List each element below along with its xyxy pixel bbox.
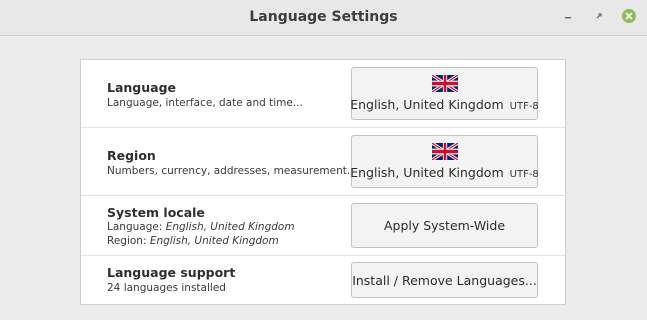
window-title: Language Settings [249, 9, 398, 25]
region-encoding: UTF-8 [509, 169, 539, 180]
close-button[interactable] [621, 8, 637, 24]
settings-panel: Language Language, interface, date and t… [80, 59, 566, 305]
region-row: Region Numbers, currency, addresses, mea… [81, 128, 565, 196]
language-support-subtitle: 24 languages installed [107, 282, 226, 294]
system-locale-language-prefix: Language: [107, 221, 166, 233]
uk-flag-icon [431, 143, 458, 160]
language-button-label: English, United Kingdom [350, 97, 504, 112]
region-title: Region [107, 148, 156, 163]
system-locale-language-value: English, United Kingdom [165, 221, 295, 233]
minimize-button[interactable] [560, 8, 576, 24]
language-settings-window: Language Settings Language Language, int… [0, 0, 647, 320]
maximize-icon [596, 13, 602, 19]
language-subtitle: Language, interface, date and time... [107, 97, 303, 109]
system-locale-region: Region: English, United Kingdom [107, 235, 279, 247]
uk-flag-icon [431, 75, 458, 92]
system-locale-language: Language: English, United Kingdom [107, 221, 295, 233]
region-button[interactable]: English, United Kingdom UTF-8 [350, 135, 539, 188]
language-support-title: Language support [107, 265, 236, 280]
close-icon [622, 9, 636, 23]
install-remove-languages-button[interactable]: Install / Remove Languages... [351, 262, 538, 298]
apply-system-wide-label: Apply System-Wide [383, 218, 506, 233]
language-button[interactable]: English, United Kingdom UTF-8 [350, 67, 539, 120]
language-row: Language Language, interface, date and t… [81, 60, 565, 128]
system-locale-title: System locale [107, 205, 205, 220]
region-subtitle: Numbers, currency, addresses, measuremen… [107, 165, 357, 177]
system-locale-region-value: English, United Kingdom [149, 235, 279, 247]
region-button-label: English, United Kingdom [350, 165, 504, 180]
maximize-button[interactable] [591, 8, 607, 24]
language-encoding: UTF-8 [509, 101, 539, 112]
title-bar[interactable]: Language Settings [0, 0, 647, 36]
install-remove-languages-label: Install / Remove Languages... [352, 272, 537, 288]
system-locale-row: System locale Language: English, United … [81, 196, 565, 256]
apply-system-wide-button[interactable]: Apply System-Wide [351, 203, 538, 248]
language-support-row: Language support 24 languages installed … [81, 256, 565, 304]
minimize-icon [565, 17, 571, 19]
system-locale-region-prefix: Region: [107, 235, 150, 247]
language-title: Language [107, 80, 177, 95]
